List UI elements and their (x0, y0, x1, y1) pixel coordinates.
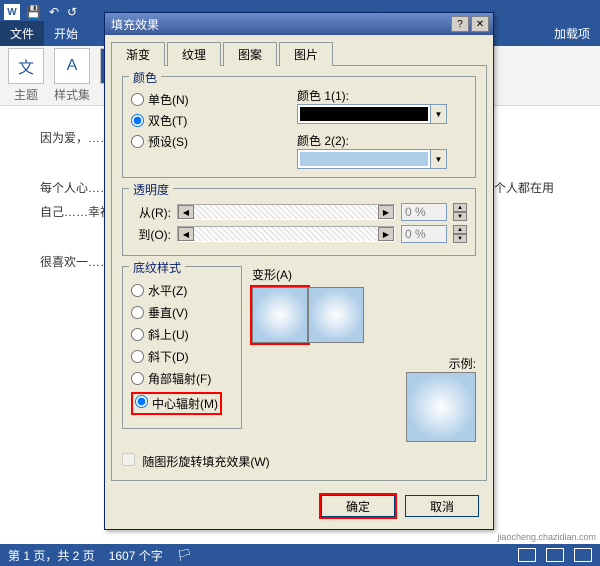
theme-icon: 文 (8, 48, 44, 84)
to-slider[interactable]: ◀▶ (177, 226, 395, 242)
arrow-left-icon: ◀ (178, 227, 194, 241)
to-label: 到(O): (131, 226, 171, 243)
arrow-up-icon: ▲ (453, 203, 467, 212)
variant-2[interactable] (308, 287, 364, 343)
radio-diag-down[interactable] (131, 350, 144, 363)
colors-legend: 颜色 (129, 69, 161, 86)
help-button[interactable]: ? (451, 16, 469, 32)
color1-label: 颜色 1(1): (297, 89, 349, 103)
dialog-tabs: 渐变 纹理 图案 图片 (105, 35, 493, 65)
redo-icon[interactable]: ↺ (67, 5, 77, 19)
undo-icon[interactable]: ↶ (49, 5, 59, 19)
status-bar: 第 1 页，共 2 页 1607 个字 🏳 (0, 544, 600, 566)
arrow-down-icon: ▼ (453, 234, 467, 243)
transparency-fieldset: 透明度 从(R): ◀▶ 0 % ▲▼ 到(O): ◀▶ 0 % ▲▼ (122, 188, 476, 256)
color1-swatch (300, 107, 428, 121)
cancel-button[interactable]: 取消 (405, 495, 479, 517)
view-web-icon[interactable] (574, 548, 592, 562)
status-page[interactable]: 第 1 页，共 2 页 (8, 547, 95, 564)
to-spinner[interactable]: ▲▼ (453, 225, 467, 243)
to-value[interactable]: 0 % (401, 225, 447, 243)
radio-two-color[interactable] (131, 114, 144, 127)
radio-center[interactable] (135, 395, 148, 408)
rotate-label: 随图形旋转填充效果(W) (142, 455, 269, 469)
color2-combo[interactable]: ▼ (297, 149, 447, 169)
tab-texture[interactable]: 纹理 (167, 42, 221, 66)
color2-label: 颜色 2(2): (297, 134, 349, 148)
shading-legend: 底纹样式 (129, 259, 185, 276)
tab-picture[interactable]: 图片 (279, 42, 333, 66)
colors-fieldset: 颜色 单色(N) 双色(T) 预设(S) 颜色 1(1): ▼ 颜色 2(2): (122, 76, 476, 178)
fill-effects-dialog: 填充效果 ? ✕ 渐变 纹理 图案 图片 颜色 单色(N) 双色(T) 预设(S… (104, 12, 494, 530)
tab-home[interactable]: 开始 (44, 21, 88, 46)
arrow-down-icon: ▼ (453, 212, 467, 221)
from-label: 从(R): (131, 204, 171, 221)
sample-preview (406, 372, 476, 442)
variant-1[interactable] (252, 287, 308, 343)
save-icon[interactable]: 💾 (26, 5, 41, 19)
ribbon-group-styleset[interactable]: A 样式集 (54, 48, 90, 103)
chevron-down-icon: ▼ (430, 105, 446, 123)
from-value[interactable]: 0 % (401, 203, 447, 221)
arrow-up-icon: ▲ (453, 225, 467, 234)
view-read-icon[interactable] (518, 548, 536, 562)
variants-label: 变形(A) (252, 268, 292, 282)
close-button[interactable]: ✕ (471, 16, 489, 32)
dialog-title: 填充效果 (109, 16, 449, 33)
status-lang-icon[interactable]: 🏳 (177, 548, 192, 562)
radio-one-color[interactable] (131, 93, 144, 106)
arrow-left-icon: ◀ (178, 205, 194, 219)
color2-swatch (300, 152, 428, 166)
word-app-icon: W (4, 4, 20, 20)
arrow-right-icon: ▶ (378, 205, 394, 219)
rotate-checkbox (122, 453, 135, 466)
radio-corner[interactable] (131, 372, 144, 385)
from-spinner[interactable]: ▲▼ (453, 203, 467, 221)
radio-diag-up[interactable] (131, 328, 144, 341)
dialog-buttons: 确定 取消 (105, 487, 493, 529)
dialog-titlebar[interactable]: 填充效果 ? ✕ (105, 13, 493, 35)
styleset-icon: A (54, 48, 90, 84)
color1-combo[interactable]: ▼ (297, 104, 447, 124)
tab-pattern[interactable]: 图案 (223, 42, 277, 66)
chevron-down-icon: ▼ (430, 150, 446, 168)
radio-preset[interactable] (131, 135, 144, 148)
radio-vertical[interactable] (131, 306, 144, 319)
radio-horizontal[interactable] (131, 284, 144, 297)
view-print-icon[interactable] (546, 548, 564, 562)
arrow-right-icon: ▶ (378, 227, 394, 241)
tab-gradient[interactable]: 渐变 (111, 42, 165, 66)
sample-label: 示例: (449, 357, 476, 371)
ok-button[interactable]: 确定 (321, 495, 395, 517)
shading-fieldset: 底纹样式 水平(Z) 垂直(V) 斜上(U) 斜下(D) 角部辐射(F) 中心辐… (122, 266, 242, 429)
tab-file[interactable]: 文件 (0, 21, 44, 46)
from-slider[interactable]: ◀▶ (177, 204, 395, 220)
dialog-body: 颜色 单色(N) 双色(T) 预设(S) 颜色 1(1): ▼ 颜色 2(2): (111, 65, 487, 481)
tab-addins[interactable]: 加载项 (544, 21, 600, 46)
ribbon-group-theme[interactable]: 文 主题 (8, 48, 44, 103)
watermark: jiaocheng.chazidian.com (497, 532, 596, 542)
status-words[interactable]: 1607 个字 (109, 547, 163, 564)
transparency-legend: 透明度 (129, 181, 173, 198)
